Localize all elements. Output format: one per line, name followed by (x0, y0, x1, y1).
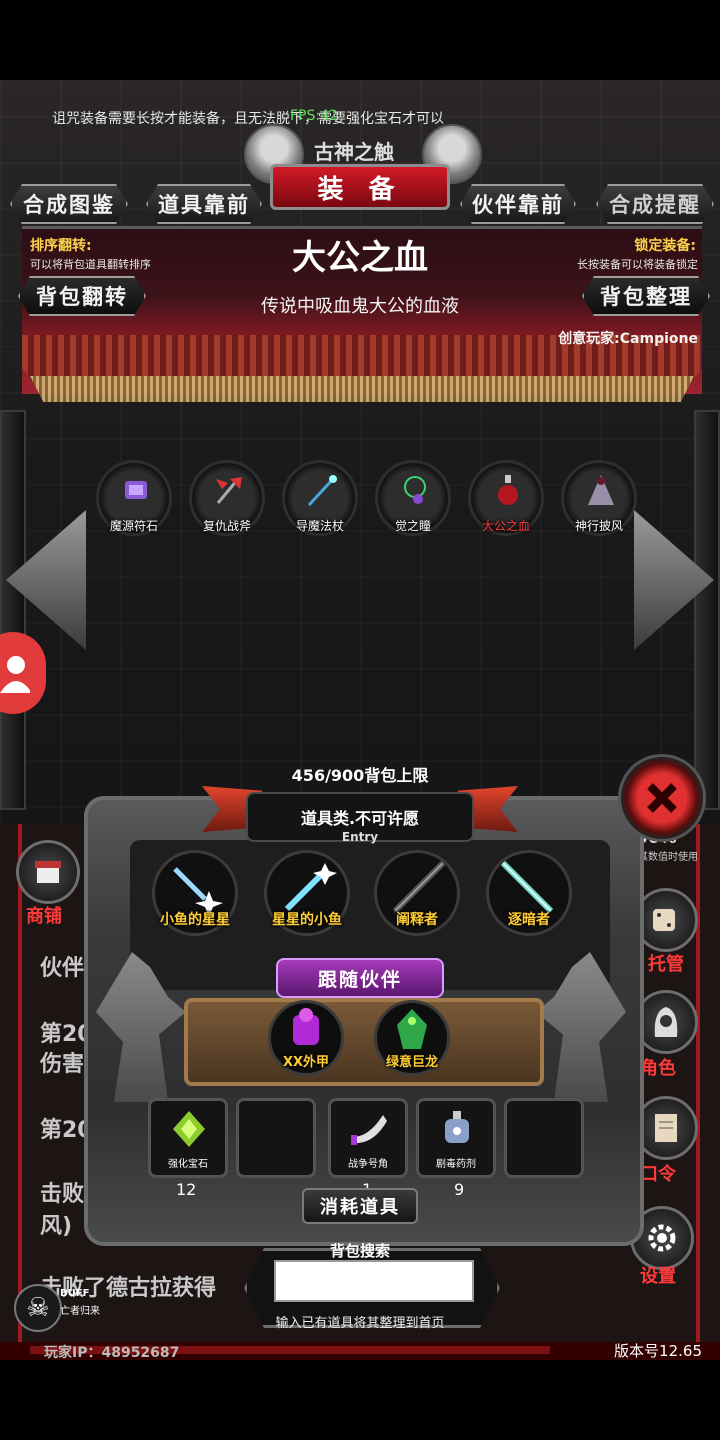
tab-partners-first[interactable]: 伙伴靠前 (460, 184, 576, 224)
equip-slot-rune-stone[interactable]: 魔源符石 (96, 460, 172, 536)
log-line: 击败 (40, 1182, 85, 1207)
consumable-count: 12 (176, 1180, 197, 1199)
consumable-slot-empty[interactable] (236, 1098, 316, 1178)
consumable-label: 战争号角 (348, 1159, 388, 1170)
close-button[interactable] (618, 754, 706, 842)
equip-label-selected: 大公之血 (481, 519, 530, 533)
staff-icon (307, 475, 337, 507)
equip-slot-battle-axe[interactable]: 复仇战斧 (189, 460, 265, 536)
weapon-label: 逐暗者 (508, 912, 550, 928)
log-border-right (696, 824, 700, 1344)
close-icon (647, 783, 677, 813)
consumable-slot[interactable]: 强化宝石 (148, 1098, 228, 1178)
equip-label: 导魔法杖 (295, 519, 344, 533)
equip-label: 魔源符石 (109, 519, 158, 533)
dice-icon (653, 909, 675, 931)
buff-skull-icon[interactable]: ☠ (14, 1284, 62, 1332)
consumable-slot-empty[interactable] (504, 1098, 584, 1178)
weapon-slot[interactable]: 阐释者 (374, 850, 460, 936)
equip-slot-blood-potion[interactable]: 大公之血 (468, 460, 544, 536)
consumable-slot[interactable]: 战争号角 (328, 1098, 408, 1178)
rune-stone-icon (125, 481, 147, 499)
eye-amulet-icon (404, 476, 426, 504)
weapon-label: 阐释者 (396, 912, 438, 928)
weapon-label: 小鱼的星星 (160, 912, 230, 928)
partner-slot[interactable]: 绿意巨龙 (374, 1000, 450, 1076)
selected-item-name: 大公之血 (292, 238, 428, 278)
war-horn-icon (351, 1115, 387, 1145)
partner-slot[interactable]: XX外甲 (268, 1000, 344, 1076)
partner-label: XX外甲 (282, 1055, 330, 1070)
book-icon (655, 1114, 677, 1142)
log-line: 风) (40, 1214, 73, 1239)
partner-label: 绿意巨龙 (385, 1055, 438, 1070)
code-label: 口令 (640, 1164, 676, 1185)
tab-items-first[interactable]: 道具靠前 (146, 184, 262, 224)
green-dragon-icon (397, 1009, 427, 1049)
consumable-count: 9 (454, 1180, 465, 1199)
fps-counter: FPS:42 (290, 108, 338, 124)
consumable-slot[interactable]: 剧毒药剂 (416, 1098, 496, 1178)
buff-title: BUFF (60, 1288, 90, 1299)
buff-subtitle: 亡者归来 (60, 1306, 100, 1317)
player-ip: 玩家IP：48952687 (44, 1345, 180, 1360)
stat-note: 其数值时使用 (638, 852, 698, 863)
equip-slot-cloak[interactable]: 神行披风 (561, 460, 637, 536)
weapon-slot[interactable]: 星星的小鱼 (264, 850, 350, 936)
poison-bottle-icon (445, 1111, 469, 1143)
banner-fringe (30, 376, 694, 402)
log-line: 伤害 (40, 1052, 85, 1077)
page-title: 装 备 (270, 164, 450, 210)
shop-icon (35, 861, 61, 883)
creator-credit: 创意玩家:Campione (558, 331, 698, 347)
consumables-title: 消耗道具 (302, 1188, 418, 1224)
tab-synthesis-reminder[interactable]: 合成提醒 (596, 184, 714, 224)
armor-partner-icon (293, 1008, 319, 1045)
blood-potion-icon (498, 475, 518, 505)
consumable-label: 剧毒药剂 (436, 1159, 476, 1170)
partner-area (184, 998, 544, 1086)
game-screen: 诅咒装备需要长按才能装备，且无法脱下，需要强化宝石才可以 FPS:42 古神之触… (0, 80, 720, 1360)
weapon-slot[interactable]: 逐暗者 (486, 850, 572, 936)
log-line: 伙伴 (40, 956, 85, 981)
bag-sort-button[interactable]: 背包整理 (582, 276, 710, 316)
consumable-label: 强化宝石 (168, 1159, 208, 1170)
item-type-text: 道具类.不可许愿 (300, 809, 420, 828)
user-icon (0, 656, 30, 693)
equip-label: 觉之瞳 (394, 519, 431, 533)
equip-slot-staff[interactable]: 导魔法杖 (282, 460, 358, 536)
weapon-label: 星星的小鱼 (272, 912, 342, 928)
version-number: 版本号12.65 (614, 1342, 702, 1360)
tab-synthesis-guide[interactable]: 合成图鉴 (10, 184, 128, 224)
frame-left (0, 410, 26, 810)
shop-button[interactable] (16, 840, 80, 904)
entry-label: Entry (341, 830, 379, 844)
follow-partner-title: 跟随伙伴 (276, 958, 444, 998)
equip-slot-eye-amulet[interactable]: 觉之瞳 (375, 460, 451, 536)
bag-flip-button[interactable]: 背包翻转 (18, 276, 146, 316)
search-title: 背包搜索 (329, 1242, 390, 1260)
bag-search-input[interactable] (274, 1260, 474, 1302)
battle-axe-icon (216, 477, 242, 504)
search-hint: 输入已有道具将其整理到首页 (275, 1316, 445, 1331)
hooded-figure-icon (654, 1007, 678, 1037)
equip-label: 神行披风 (574, 519, 623, 533)
auto-manage-label: 托管 (648, 954, 684, 975)
equip-label: 复仇战斧 (202, 519, 251, 533)
settings-label: 设置 (640, 1266, 676, 1287)
shop-label: 商铺 (26, 906, 62, 927)
character-label: 角色 (640, 1058, 676, 1079)
bag-capacity: 456/900背包上限 (291, 766, 429, 785)
weapon-slot[interactable]: 小鱼的星星 (152, 850, 238, 936)
frame-right (694, 410, 720, 810)
upgrade-gem-icon (173, 1111, 205, 1147)
log-border-left (18, 824, 22, 1344)
background-title: 古神之触 (314, 140, 394, 164)
cloak-icon (588, 475, 614, 505)
curse-hint-text: 诅咒装备需要长按才能装备，且无法脱下，需要强化宝石才可以 (52, 111, 444, 127)
